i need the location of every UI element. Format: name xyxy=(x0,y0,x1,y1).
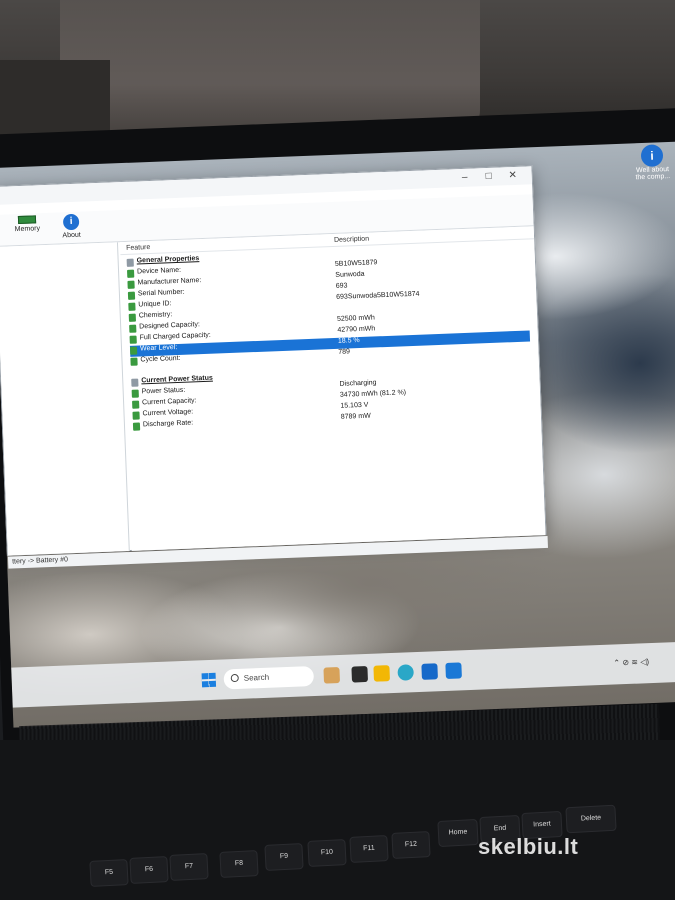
battery-icon xyxy=(127,280,135,289)
property-label: Device Name: xyxy=(136,266,182,276)
widgets-icon[interactable] xyxy=(323,667,341,684)
system-tray-icons[interactable]: ⌃ ⊘ ≋ ◁) xyxy=(613,657,649,667)
group-icon xyxy=(126,258,134,267)
property-value: Discharging xyxy=(339,379,377,388)
property-value: 789 xyxy=(338,348,351,356)
feature-column-header[interactable]: Feature xyxy=(126,244,150,252)
property-value: 8789 mW xyxy=(340,412,371,421)
taskbar-search[interactable]: Search xyxy=(223,666,315,690)
property-label: Current Capacity: xyxy=(141,397,197,407)
battery-icon xyxy=(129,324,137,333)
file-explorer-icon[interactable] xyxy=(373,665,390,682)
site-watermark: skelbiu.lt xyxy=(478,834,579,859)
search-icon xyxy=(230,673,239,683)
photo-stage: i Well about the comp... – □ ✕ Memory i … xyxy=(0,0,675,900)
property-label: Designed Capacity: xyxy=(139,321,201,331)
minimize-icon[interactable]: – xyxy=(455,171,474,186)
property-value: 693 xyxy=(335,282,348,290)
battery-info-window: – □ ✕ Memory i About Feature Description xyxy=(0,165,548,569)
battery-icon xyxy=(128,313,137,322)
maximize-icon[interactable]: □ xyxy=(479,170,498,185)
edge-browser-icon[interactable] xyxy=(397,664,414,681)
key-f9: F9 xyxy=(264,843,304,871)
key-f5: F5 xyxy=(89,859,129,887)
key-f8: F8 xyxy=(219,850,259,878)
taskbar: Search ⌃ ⊘ ≋ ◁) xyxy=(11,640,675,708)
desktop-shortcut[interactable]: i Well about the comp... xyxy=(632,144,674,186)
key-f12: F12 xyxy=(391,831,431,859)
property-label: Full Charged Capacity: xyxy=(139,331,211,342)
key-f6: F6 xyxy=(129,856,169,884)
memory-label: Memory xyxy=(14,225,41,234)
property-label: Cycle Count: xyxy=(140,354,181,364)
close-icon[interactable]: ✕ xyxy=(503,169,522,184)
property-label: Current Voltage: xyxy=(142,408,194,418)
info-icon: i xyxy=(62,213,80,231)
about-label: About xyxy=(62,231,81,240)
battery-icon xyxy=(127,269,135,278)
battery-icon xyxy=(129,335,137,344)
group-title: Current Power Status xyxy=(141,374,213,385)
about-button[interactable]: i About xyxy=(49,213,94,245)
search-placeholder: Search xyxy=(243,672,270,683)
property-label: Manufacturer Name: xyxy=(137,277,202,287)
battery-icon xyxy=(131,389,139,398)
battery-icon xyxy=(132,411,140,420)
windows-start-icon[interactable] xyxy=(201,672,217,688)
key-delete: Delete xyxy=(565,804,617,834)
key-f7: F7 xyxy=(169,853,209,881)
store-icon[interactable] xyxy=(421,663,438,680)
key-home: Home xyxy=(437,818,479,848)
group-icon xyxy=(131,378,139,387)
key-f10: F10 xyxy=(307,839,347,867)
battery-icon xyxy=(129,346,138,355)
property-value: 52500 mWh xyxy=(336,314,375,323)
laptop-screen: i Well about the comp... – □ ✕ Memory i … xyxy=(0,141,675,728)
key-f11: F11 xyxy=(349,835,389,863)
property-value: 34730 mWh (81.2 %) xyxy=(339,389,407,399)
property-value: 5B10W51879 xyxy=(334,259,378,268)
memory-icon xyxy=(17,215,37,225)
battery-app-icon[interactable] xyxy=(445,662,462,679)
keyboard-deck: F5 F6 F7 F8 F9 F10 F11 F12 Home End Inse… xyxy=(0,740,675,900)
property-label: Unique ID: xyxy=(138,300,172,309)
description-column-header[interactable]: Description xyxy=(334,236,369,244)
property-value: 15.103 V xyxy=(340,401,369,410)
battery-icon xyxy=(130,357,138,366)
desktop-shortcut-label: Well about the comp... xyxy=(635,166,671,182)
properties-panel: Feature Description General Properties D… xyxy=(119,226,546,551)
task-view-icon[interactable] xyxy=(351,665,369,683)
property-value: 42790 mWh xyxy=(337,325,376,334)
property-label: Chemistry: xyxy=(138,311,173,320)
property-label: Serial Number: xyxy=(137,288,185,298)
group-title: General Properties xyxy=(136,255,200,265)
property-label: Wear Level: xyxy=(139,344,178,353)
battery-icon xyxy=(132,422,141,431)
property-value: Sunwoda xyxy=(335,270,365,279)
property-label: Power Status: xyxy=(141,386,186,396)
property-value: 18.5 % xyxy=(337,337,360,345)
battery-icon xyxy=(128,302,136,311)
memory-button[interactable]: Memory xyxy=(5,215,50,247)
device-tree-panel[interactable] xyxy=(0,242,130,556)
info-icon: i xyxy=(640,144,664,168)
battery-icon xyxy=(127,291,136,300)
battery-icon xyxy=(132,400,140,409)
property-label: Discharge Rate: xyxy=(142,419,194,429)
